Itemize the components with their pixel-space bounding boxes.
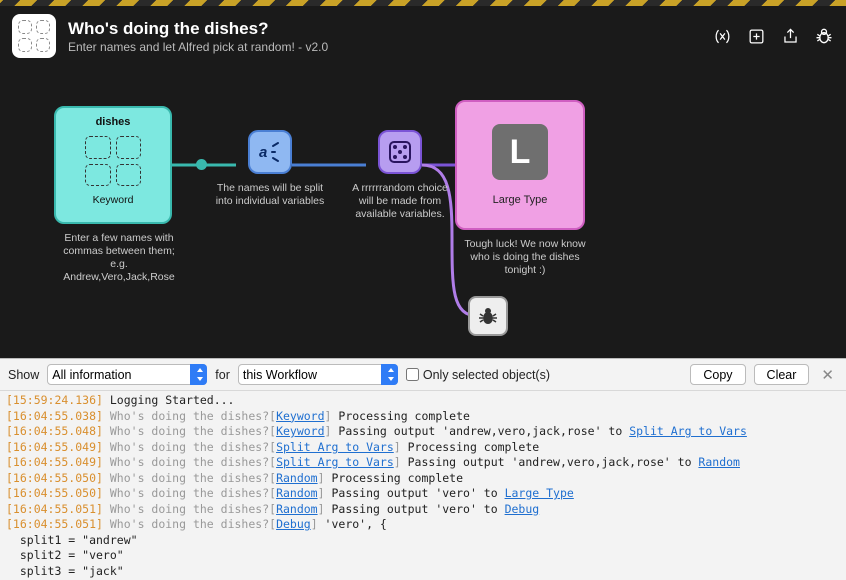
show-label: Show [8,368,39,382]
share-icon[interactable] [780,26,800,46]
log-link[interactable]: Random [276,486,318,500]
header-bar: Who's doing the dishes? Enter names and … [0,6,846,68]
debug-log[interactable]: [15:59:24.136] Logging Started... [16:04… [0,391,846,580]
split-icon: a [248,130,292,174]
node-debug[interactable] [463,296,513,336]
close-icon[interactable]: ✕ [817,366,838,384]
vars-icon[interactable] [712,26,732,46]
only-selected-checkbox[interactable]: Only selected object(s) [406,368,550,382]
node-keyword-title: dishes [96,116,131,128]
log-link[interactable]: Split Arg to Vars [276,440,394,454]
only-selected-label: Only selected object(s) [423,368,550,382]
grid-icon [85,136,141,186]
workflow-canvas[interactable]: dishes Keyword Enter a few names with co… [0,68,846,358]
header-actions [712,26,834,46]
node-random-desc: A rrrrrrandom choice will be made from a… [345,182,455,221]
log-link[interactable]: Debug [276,517,311,531]
title-block: Who's doing the dishes? Enter names and … [68,19,700,54]
node-random[interactable]: A rrrrrrandom choice will be made from a… [345,130,455,221]
node-largetype-caption: Large Type [493,194,548,206]
bug-icon[interactable] [814,26,834,46]
dice-icon [378,130,422,174]
page-title: Who's doing the dishes? [68,19,700,39]
node-largetype-desc: Tough luck! We now know who is doing the… [455,238,595,277]
for-label: for [215,368,230,382]
filter-scope-select[interactable]: this Workflow [238,364,398,385]
log-link[interactable]: Random [698,455,740,469]
port-keyword-out[interactable] [196,159,207,170]
log-link[interactable]: Keyword [276,424,324,438]
svg-text:a: a [259,144,267,161]
node-split[interactable]: a The names will be split into individua… [215,130,325,208]
node-keyword-desc: Enter a few names with commas between th… [54,232,184,285]
log-link[interactable]: Keyword [276,409,324,423]
page-subtitle: Enter names and let Alfred pick at rando… [68,40,700,54]
workflow-icon [12,14,56,58]
node-keyword-caption: Keyword [93,194,134,206]
log-link[interactable]: Large Type [505,486,574,500]
log-link[interactable]: Debug [505,502,540,516]
large-type-icon: L [492,124,548,180]
node-keyword[interactable]: dishes Keyword Enter a few names with co… [54,106,184,285]
debug-panel: Show All information for this Workflow O… [0,358,846,580]
add-icon[interactable] [746,26,766,46]
only-selected-input[interactable] [406,368,419,381]
log-link[interactable]: Random [276,471,318,485]
log-link[interactable]: Split Arg to Vars [276,455,394,469]
debug-toolbar: Show All information for this Workflow O… [0,359,846,391]
log-link[interactable]: Split Arg to Vars [629,424,747,438]
log-link[interactable]: Random [276,502,318,516]
copy-button[interactable]: Copy [690,364,745,385]
clear-button[interactable]: Clear [754,364,810,385]
filter-level-select[interactable]: All information [47,364,207,385]
node-split-desc: The names will be split into individual … [215,182,325,208]
node-largetype[interactable]: L Large Type Tough luck! We now know who… [455,100,601,277]
debug-bug-icon [468,296,508,336]
